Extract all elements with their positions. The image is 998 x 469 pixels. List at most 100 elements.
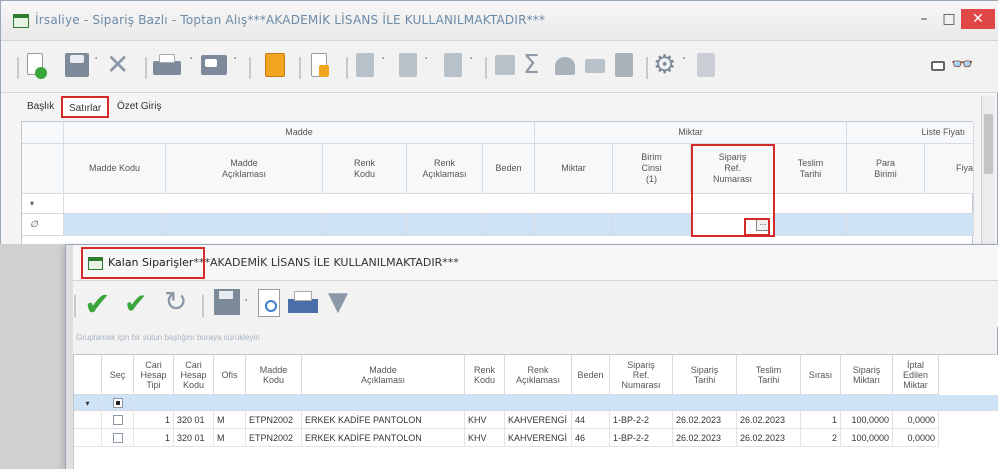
binoculars-icon[interactable]: 👓 (951, 51, 975, 85)
save-icon[interactable] (63, 51, 89, 85)
popup-preview-icon[interactable] (258, 289, 280, 317)
select-all-checkbox[interactable] (102, 395, 134, 411)
vertical-scrollbar[interactable] (981, 96, 995, 261)
cell-madde-kodu: ETPN2002 (246, 429, 302, 447)
check-icon[interactable]: ✔ (84, 287, 114, 321)
new-row-madde-aciklamasi[interactable] (166, 214, 323, 236)
cell-beden: 46 (572, 429, 610, 447)
col-madde-aciklamasi[interactable]: Madde Açıklaması (302, 355, 465, 395)
new-row-para-birimi[interactable] (847, 214, 974, 236)
col-renk-aciklamasi[interactable]: Renk Açıklaması (407, 144, 483, 194)
col-iptal-edilen-miktar[interactable]: İptal Edilen Miktar (893, 355, 939, 395)
cell-teslim-tarihi: 26.02.2023 (737, 411, 801, 429)
settings-icon[interactable]: ⚙ (653, 51, 679, 85)
window-icon[interactable] (929, 51, 945, 85)
tool-icon-4[interactable] (493, 51, 515, 85)
preview-dropdown-icon[interactable]: · (233, 51, 241, 85)
tab-satirlar[interactable]: Satırlar (61, 96, 110, 118)
screen: İrsaliye - Sipariş Bazlı - Toptan Alış**… (0, 0, 998, 469)
col-fiyat[interactable]: Fiya (925, 144, 974, 194)
col-madde-kodu[interactable]: Madde Kodu (246, 355, 302, 395)
tool-dropdown-icon[interactable]: · (424, 51, 432, 85)
new-doc-icon[interactable] (25, 51, 47, 85)
cell-renk-aciklamasi: KAHVERENGİ (505, 429, 572, 447)
col-cari-hesap-tipi[interactable]: Cari Hesap Tipi (134, 355, 174, 395)
col-madde-aciklamasi[interactable]: Madde Açıklaması (166, 144, 323, 194)
cell-renk-kodu: KHV (465, 411, 505, 429)
col-renk-aciklamasi[interactable]: Renk Açıklaması (505, 355, 572, 395)
delete-icon[interactable]: ✕ (106, 51, 132, 85)
tool-icon-7[interactable] (613, 51, 635, 85)
col-siparis-ref-numarasi[interactable]: Sipariş Ref. Numarası (610, 355, 673, 395)
select-all-checkbox-box[interactable] (112, 398, 123, 408)
tool-icon-6[interactable] (583, 51, 605, 85)
maximize-button[interactable]: □ (937, 9, 961, 29)
toolbar-separator (299, 57, 301, 79)
save-dropdown-icon[interactable]: · (244, 293, 252, 309)
tool-icon-2[interactable] (397, 51, 417, 85)
popup-print-icon[interactable] (288, 289, 318, 317)
col-sec[interactable]: Seç (102, 355, 134, 395)
new-row-beden[interactable] (483, 214, 535, 236)
new-row-madde-kodu[interactable] (64, 214, 166, 236)
tool-icon-3[interactable] (442, 51, 462, 85)
tool-icon-5[interactable] (553, 51, 575, 85)
col-miktar[interactable]: Miktar (535, 144, 613, 194)
col-cari-hesap-kodu[interactable]: Cari Hesap Kodu (174, 355, 214, 395)
print-icon[interactable] (151, 51, 181, 85)
scrollbar-thumb[interactable] (984, 114, 993, 174)
row-select-checkbox[interactable] (102, 411, 134, 429)
checkbox-box[interactable] (112, 414, 123, 425)
row-indicator (74, 411, 102, 429)
popup-left-edge (66, 245, 73, 469)
col-teslim-tarihi[interactable]: Teslim Tarihi (737, 355, 801, 395)
col-para-birimi[interactable]: Para Birimi (847, 144, 925, 194)
copy-icon[interactable] (263, 51, 287, 85)
filter-icon[interactable]: ▼ (328, 287, 352, 317)
filter-row-indicator: ▾ (22, 194, 64, 214)
settings-dropdown-icon[interactable]: · (682, 51, 690, 85)
tab-baslik[interactable]: Başlık (21, 96, 60, 118)
tool-dropdown-icon[interactable]: · (381, 51, 389, 85)
popup-title-bar: Kalan Siparişler***AKADEMİK LİSANS İLE K… (66, 245, 998, 281)
window-app-icon (13, 14, 29, 28)
col-siparis-tarihi[interactable]: Sipariş Tarihi (673, 355, 737, 395)
tool-icon-1[interactable] (354, 51, 374, 85)
col-ofis[interactable]: Ofis (214, 355, 246, 395)
sum-icon[interactable]: Σ (523, 51, 545, 85)
new-row-renk-aciklamasi[interactable] (407, 214, 483, 236)
col-renk-kodu[interactable]: Renk Kodu (323, 144, 407, 194)
popup-save-icon[interactable] (214, 289, 240, 315)
grid-corner (22, 122, 64, 144)
new-row-teslim-tarihi[interactable] (775, 214, 847, 236)
col-teslim-tarihi[interactable]: Teslim Tarihi (775, 144, 847, 194)
new-row-birim-cinsi[interactable] (613, 214, 691, 236)
row-select-checkbox[interactable] (102, 429, 134, 447)
tool-dropdown-icon[interactable]: · (469, 51, 477, 85)
col-beden[interactable]: Beden (572, 355, 610, 395)
col-sirasi[interactable]: Sırası (801, 355, 841, 395)
col-madde-kodu[interactable]: Madde Kodu (64, 144, 166, 194)
new-row-miktar[interactable] (535, 214, 613, 236)
checkbox-box[interactable] (112, 432, 123, 443)
close-button[interactable]: ✕ (961, 9, 995, 29)
col-siparis-miktari[interactable]: Sipariş Miktarı (841, 355, 893, 395)
minimize-button[interactable]: – (912, 9, 936, 29)
attachment-icon[interactable] (307, 51, 331, 85)
refresh-icon[interactable]: ↻ (164, 285, 194, 319)
popup-filter-row[interactable]: ▾ (74, 395, 998, 411)
tab-ozet-giris[interactable]: Özet Giriş (111, 96, 167, 118)
print-dropdown-icon[interactable]: · (189, 51, 197, 85)
new-row-renk-kodu[interactable] (323, 214, 407, 236)
cell-cari-hesap-kodu: 320 01 (174, 411, 214, 429)
filter-row[interactable] (64, 194, 974, 214)
col-birim-cinsi[interactable]: Birim Cinsi (1) (613, 144, 691, 194)
col-renk-kodu[interactable]: Renk Kodu (465, 355, 505, 395)
cell-cari-hesap-kodu: 320 01 (174, 429, 214, 447)
save-dropdown-icon[interactable]: · (94, 51, 104, 85)
check-all-icon[interactable]: ✔ (124, 287, 154, 321)
tool-icon-8[interactable] (695, 51, 715, 85)
cell-siparis-ref: 1-BP-2-2 (610, 411, 673, 429)
col-beden[interactable]: Beden (483, 144, 535, 194)
print-preview-icon[interactable] (199, 51, 229, 85)
